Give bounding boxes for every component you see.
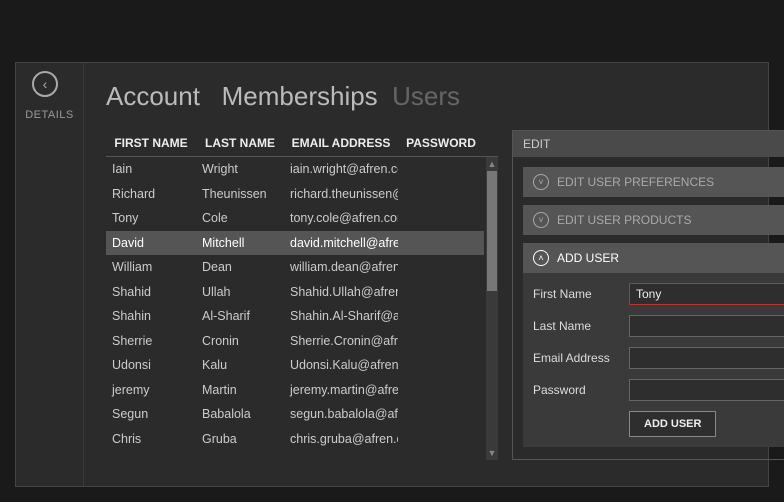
table-cell: Udonsi bbox=[106, 358, 196, 372]
table-cell: Segun bbox=[106, 407, 196, 421]
table-row[interactable]: DavidMitchelldavid.mitchell@afre bbox=[106, 231, 484, 256]
table-cell: Tony bbox=[106, 211, 196, 225]
table-cell: Al-Sharif bbox=[196, 309, 284, 323]
edit-panel: EDIT ˅ EDIT USER PREFERENCES ˅ EDIT USER… bbox=[512, 130, 784, 460]
sidebar-tab-details[interactable]: DETAILS bbox=[16, 109, 83, 121]
table-cell: Iain bbox=[106, 162, 196, 176]
table-cell: jeremy.martin@afre bbox=[284, 383, 398, 397]
breadcrumb-memberships[interactable]: Memberships bbox=[222, 81, 378, 111]
table-cell: Ullah bbox=[196, 285, 284, 299]
password-field[interactable] bbox=[629, 379, 784, 401]
accordion-products[interactable]: ˅ EDIT USER PRODUCTS bbox=[523, 205, 784, 235]
add-user-button[interactable]: ADD USER bbox=[629, 411, 716, 437]
table-row[interactable]: ChrisGrubachris.gruba@afren.c bbox=[106, 427, 484, 452]
chevron-down-icon: ˅ bbox=[533, 174, 549, 190]
last-name-label: Last Name bbox=[533, 319, 629, 333]
table-cell: Chris bbox=[106, 432, 196, 446]
table-row[interactable]: ShahinAl-SharifShahin.Al-Sharif@afr bbox=[106, 304, 484, 329]
last-name-field[interactable] bbox=[629, 315, 784, 337]
add-user-form: First Name Last Name Email Address bbox=[523, 273, 784, 447]
table-cell: Kalu bbox=[196, 358, 284, 372]
table-cell: Sherrie.Cronin@afre bbox=[284, 334, 398, 348]
scrollbar: ▲ ▼ bbox=[486, 157, 498, 460]
table-cell: David bbox=[106, 236, 196, 250]
table-header: FIRST NAME LAST NAME EMAIL ADDRESS PASSW… bbox=[106, 130, 498, 157]
table-cell: Mitchell bbox=[196, 236, 284, 250]
table-cell: david.mitchell@afre bbox=[284, 236, 398, 250]
table-cell: Cronin bbox=[196, 334, 284, 348]
table-cell: tony.cole@afren.cor bbox=[284, 211, 398, 225]
table-cell: Babalola bbox=[196, 407, 284, 421]
sidebar: ‹ DETAILS bbox=[16, 63, 84, 486]
table-row[interactable]: TonyColetony.cole@afren.cor bbox=[106, 206, 484, 231]
password-label: Password bbox=[533, 383, 629, 397]
accordion-label: ADD USER bbox=[557, 251, 619, 265]
accordion-label: EDIT USER PREFERENCES bbox=[557, 175, 714, 189]
chevron-left-icon: ‹ bbox=[43, 76, 48, 92]
table-cell: chris.gruba@afren.c bbox=[284, 432, 398, 446]
scroll-up-icon[interactable]: ▲ bbox=[486, 157, 498, 171]
email-field[interactable] bbox=[629, 347, 784, 369]
table-row[interactable]: WilliamDeanwilliam.dean@afren. bbox=[106, 255, 484, 280]
table-cell: segun.babalola@afr bbox=[284, 407, 398, 421]
table-row[interactable]: RichardTheunissenrichard.theunissen@ bbox=[106, 182, 484, 207]
table-row[interactable]: ShahidUllahShahid.Ullah@afren. bbox=[106, 280, 484, 305]
app-window: ‹ DETAILS Account Memberships Users FIRS… bbox=[15, 62, 769, 487]
table-cell: Gruba bbox=[196, 432, 284, 446]
table-cell: Shahin.Al-Sharif@afr bbox=[284, 309, 398, 323]
col-first-name[interactable]: FIRST NAME bbox=[106, 130, 196, 156]
chevron-up-icon: ˄ bbox=[533, 250, 549, 266]
table-row[interactable]: SherrieCroninSherrie.Cronin@afre bbox=[106, 329, 484, 354]
table-body: IainWrightiain.wright@afren.coRichardThe… bbox=[106, 157, 498, 460]
table-cell: Cole bbox=[196, 211, 284, 225]
users-table: FIRST NAME LAST NAME EMAIL ADDRESS PASSW… bbox=[106, 130, 498, 460]
table-row[interactable]: SegunBabalolasegun.babalola@afr bbox=[106, 402, 484, 427]
col-email[interactable]: EMAIL ADDRESS bbox=[284, 130, 398, 156]
first-name-field[interactable] bbox=[629, 283, 784, 305]
table-cell: jeremy bbox=[106, 383, 196, 397]
table-cell: Udonsi.Kalu@afren.c bbox=[284, 358, 398, 372]
table-cell: Wright bbox=[196, 162, 284, 176]
table-row[interactable]: IainWrightiain.wright@afren.co bbox=[106, 157, 484, 182]
first-name-label: First Name bbox=[533, 287, 629, 301]
scroll-down-icon[interactable]: ▼ bbox=[486, 446, 498, 460]
back-button[interactable]: ‹ bbox=[32, 71, 58, 97]
table-row[interactable]: UdonsiKaluUdonsi.Kalu@afren.c bbox=[106, 353, 484, 378]
table-row[interactable]: jeremyMartinjeremy.martin@afre bbox=[106, 378, 484, 403]
table-cell: Sherrie bbox=[106, 334, 196, 348]
table-cell: iain.wright@afren.co bbox=[284, 162, 398, 176]
col-password[interactable]: PASSWORD bbox=[398, 130, 484, 156]
table-cell: Richard bbox=[106, 187, 196, 201]
breadcrumb-account[interactable]: Account bbox=[106, 81, 200, 111]
table-cell: Shahin bbox=[106, 309, 196, 323]
table-cell: William bbox=[106, 260, 196, 274]
accordion-add-user[interactable]: ˄ ADD USER bbox=[523, 243, 784, 273]
accordion-preferences[interactable]: ˅ EDIT USER PREFERENCES bbox=[523, 167, 784, 197]
table-cell: Shahid.Ullah@afren. bbox=[284, 285, 398, 299]
col-last-name[interactable]: LAST NAME bbox=[196, 130, 284, 156]
edit-panel-title: EDIT bbox=[513, 131, 784, 157]
scroll-thumb[interactable] bbox=[487, 171, 497, 291]
content-area: Account Memberships Users FIRST NAME LAS… bbox=[84, 63, 768, 486]
accordion-label: EDIT USER PRODUCTS bbox=[557, 213, 691, 227]
table-cell: Dean bbox=[196, 260, 284, 274]
email-label: Email Address bbox=[533, 351, 629, 365]
table-cell: Shahid bbox=[106, 285, 196, 299]
table-cell: richard.theunissen@ bbox=[284, 187, 398, 201]
table-cell: william.dean@afren. bbox=[284, 260, 398, 274]
breadcrumb-users: Users bbox=[392, 81, 460, 111]
chevron-down-icon: ˅ bbox=[533, 212, 549, 228]
breadcrumb: Account Memberships Users bbox=[106, 81, 758, 112]
table-cell: Theunissen bbox=[196, 187, 284, 201]
table-cell: Martin bbox=[196, 383, 284, 397]
